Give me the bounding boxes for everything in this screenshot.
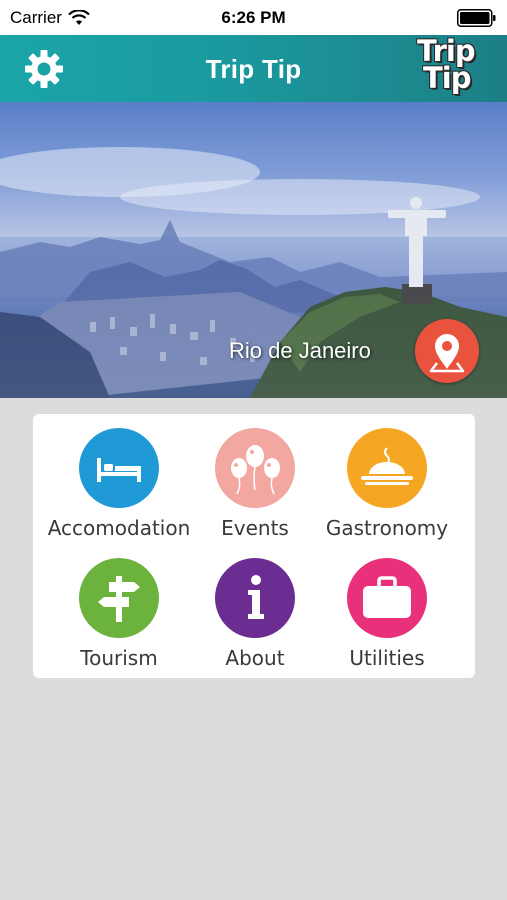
location-pin-button[interactable] xyxy=(415,319,479,383)
nav-bar: Trip Tip Trip Tip xyxy=(0,35,507,102)
info-icon xyxy=(248,575,264,619)
accomodation-circle xyxy=(79,428,159,508)
menu-item-about[interactable]: About xyxy=(185,544,325,670)
category-menu: Accomodation Events Gastronomy Tourism A… xyxy=(33,414,475,678)
utilities-circle xyxy=(347,558,427,638)
menu-item-accomodation[interactable]: Accomodation xyxy=(48,414,190,540)
menu-item-label: Gastronomy xyxy=(325,516,449,540)
status-time: 6:26 PM xyxy=(221,8,286,27)
menu-item-events[interactable]: Events xyxy=(185,414,325,540)
status-bar: Carrier 6:26 PM xyxy=(0,0,507,35)
battery-icon xyxy=(457,9,496,27)
map-pin-icon xyxy=(429,334,465,373)
menu-item-label: Utilities xyxy=(349,646,425,670)
bed-icon xyxy=(97,458,141,482)
gastronomy-circle xyxy=(347,428,427,508)
menu-item-tourism[interactable]: Tourism xyxy=(49,544,189,670)
menu-item-gastronomy[interactable]: Gastronomy xyxy=(317,414,457,540)
city-hero-image: Rio de Janeiro xyxy=(0,102,507,398)
about-circle xyxy=(215,558,295,638)
signpost-icon xyxy=(98,576,140,622)
suitcase-icon xyxy=(363,576,411,618)
tourism-circle xyxy=(79,558,159,638)
events-circle xyxy=(215,428,295,508)
trip-tip-logo: Trip Tip xyxy=(417,37,489,100)
city-name-label: Rio de Janeiro xyxy=(229,338,371,363)
menu-item-utilities[interactable]: Utilities xyxy=(317,544,457,670)
logo-line-2: Tip xyxy=(423,61,471,95)
food-platter-icon xyxy=(361,447,413,485)
balloons-icon xyxy=(231,445,280,495)
